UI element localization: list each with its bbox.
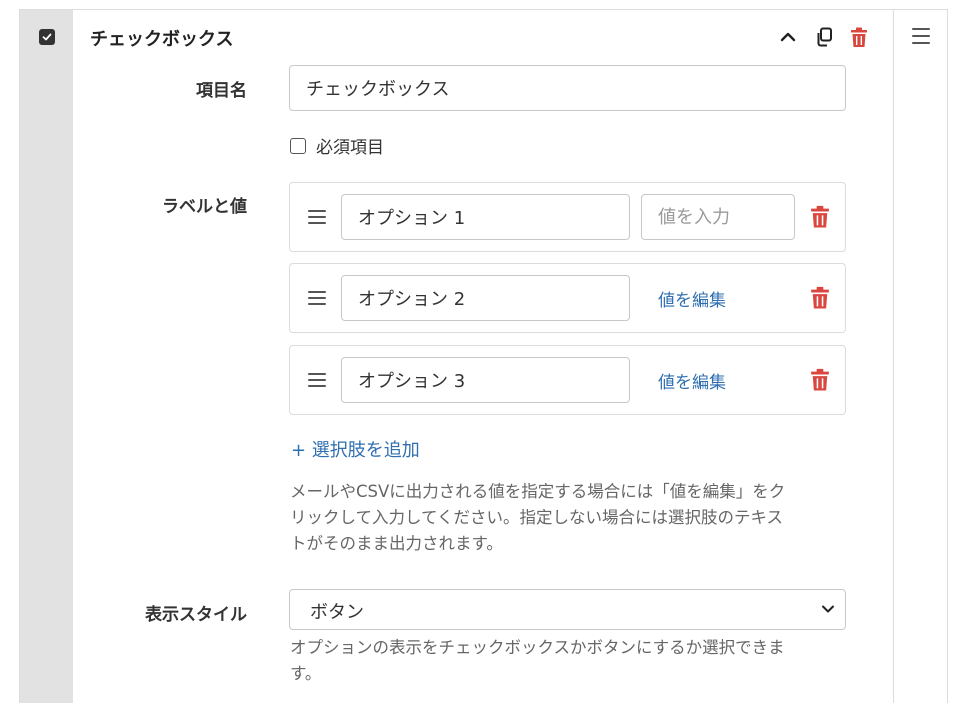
delete-option-button[interactable] bbox=[810, 286, 830, 310]
option-value-input[interactable] bbox=[641, 194, 795, 240]
display-style-help-text: オプションの表示をチェックボックスかボタンにするか選択できま す。 bbox=[290, 635, 850, 687]
values-help-text: メールやCSVに出力される値を指定する場合には「値を編集」をク リックして入力し… bbox=[290, 479, 850, 557]
item-name-label: 項目名 bbox=[196, 81, 247, 101]
chevron-up-icon bbox=[780, 32, 796, 42]
add-option-link[interactable]: + 選択肢を追加 bbox=[291, 436, 420, 462]
drag-handle-icon[interactable] bbox=[308, 291, 326, 305]
help-line: メールやCSVに出力される値を指定する場合には「値を編集」をク bbox=[290, 482, 786, 501]
display-style-selected: ボタン bbox=[310, 602, 364, 623]
required-label: 必須項目 bbox=[316, 138, 384, 158]
delete-option-button[interactable] bbox=[810, 205, 830, 229]
collapse-button[interactable] bbox=[777, 26, 799, 48]
option-row: 値を編集 bbox=[289, 345, 846, 415]
help-line: リックして入力してください。指定しない場合には選択肢のテキス bbox=[290, 508, 784, 527]
edit-value-link[interactable]: 値を編集 bbox=[658, 286, 726, 311]
copy-icon bbox=[817, 27, 832, 47]
trash-icon bbox=[811, 205, 829, 228]
option-row bbox=[289, 182, 846, 252]
help-line: トがそのまま出力されます。 bbox=[290, 534, 503, 553]
trash-icon bbox=[811, 368, 829, 391]
help-line: オプションの表示をチェックボックスかボタンにするか選択できま bbox=[290, 638, 785, 657]
field-title: チェックボックス bbox=[90, 29, 234, 50]
edit-value-link[interactable]: 値を編集 bbox=[658, 368, 726, 393]
drag-handle-icon[interactable] bbox=[912, 28, 930, 44]
help-line: す。 bbox=[290, 664, 322, 683]
field-type-checkbox-icon bbox=[39, 29, 55, 45]
option-label-input[interactable] bbox=[341, 357, 630, 403]
chevron-down-icon bbox=[822, 605, 834, 613]
item-name-input[interactable] bbox=[289, 65, 846, 111]
display-style-label: 表示スタイル bbox=[145, 605, 247, 625]
trash-icon bbox=[851, 27, 867, 47]
drag-handle-icon[interactable] bbox=[308, 210, 326, 224]
delete-field-button[interactable] bbox=[848, 26, 870, 48]
delete-option-button[interactable] bbox=[810, 368, 830, 392]
duplicate-button[interactable] bbox=[813, 26, 835, 48]
required-checkbox[interactable]: 必須項目 bbox=[290, 133, 384, 158]
option-row: 値を編集 bbox=[289, 263, 846, 333]
trash-icon bbox=[811, 286, 829, 309]
labels-values-label: ラベルと値 bbox=[162, 197, 247, 217]
right-rail bbox=[893, 10, 947, 703]
required-checkbox-box[interactable] bbox=[290, 137, 306, 154]
form-field-card: チェックボックス 項目名 必須項目 ラベルと値 値を編集 値を編集 bbox=[19, 9, 948, 703]
option-label-input[interactable] bbox=[341, 275, 630, 321]
drag-handle-icon[interactable] bbox=[308, 373, 326, 387]
option-label-input[interactable] bbox=[341, 194, 630, 240]
display-style-select[interactable]: ボタン bbox=[289, 589, 846, 630]
